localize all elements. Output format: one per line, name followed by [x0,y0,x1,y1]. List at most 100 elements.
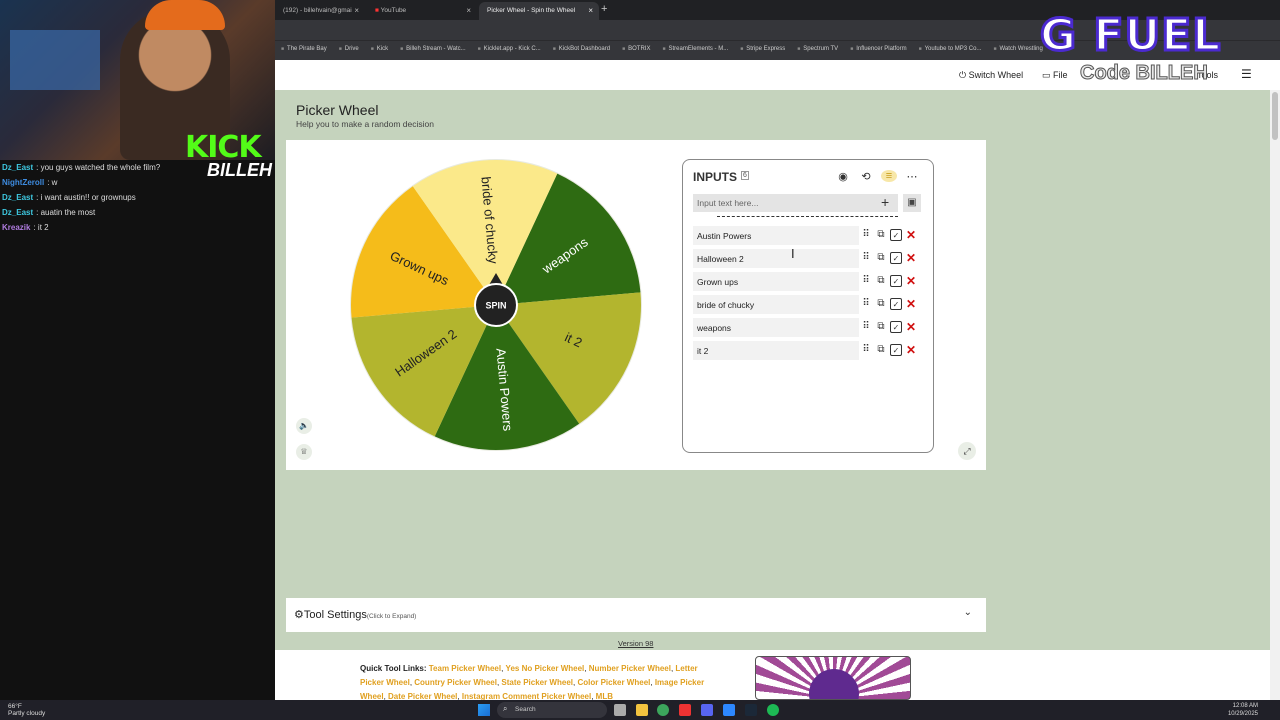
bookmark-item[interactable]: Influencer Platform [850,46,906,52]
file-explorer-icon[interactable] [636,704,648,716]
bookmark-item[interactable]: Kicklet.app - Kick C... [478,46,541,52]
image-upload-icon[interactable]: ▣ [903,194,921,212]
checkbox-icon[interactable]: ✓ [890,252,902,264]
input-text-field[interactable] [693,194,898,212]
chat-username[interactable]: NightZeroll [2,178,44,187]
close-tab-icon[interactable]: × [466,6,471,15]
system-clock[interactable]: 12:08 AM 10/29/2025 [1228,702,1258,718]
tab-picker-wheel[interactable]: Picker Wheel - Spin the Wheel × [479,2,599,20]
delete-icon[interactable]: ✕ [905,252,917,264]
drag-handle-icon[interactable]: ⠿ [860,298,872,310]
entry-label[interactable]: Grown ups [693,272,859,291]
close-tab-icon[interactable]: × [588,6,593,15]
quick-link[interactable]: Country Picker Wheel [414,678,497,687]
windows-start-icon[interactable] [478,704,490,716]
delete-icon[interactable]: ✕ [905,298,917,310]
duplicate-icon[interactable]: ⧉ [875,252,887,264]
new-tab-icon[interactable]: + [601,3,607,15]
chat-username[interactable]: Dz_East [2,193,33,202]
delete-icon[interactable]: ✕ [905,275,917,287]
scrollbar[interactable] [1270,90,1280,700]
sound-icon[interactable]: 🔈 [296,418,312,434]
bookmark-item[interactable]: Kick [371,46,388,52]
list-view-icon[interactable]: ≡ [881,170,897,182]
checkbox-icon[interactable]: ✓ [890,298,902,310]
quick-link[interactable]: Date Picker Wheel [388,692,457,700]
chat-username[interactable]: Kreazik [2,223,30,232]
chat-username[interactable]: Dz_East [2,163,33,172]
close-tab-icon[interactable]: × [354,6,359,15]
delete-icon[interactable]: ✕ [905,344,917,356]
checkbox-icon[interactable]: ✓ [890,229,902,241]
quick-link[interactable]: Team Picker Wheel [429,664,501,673]
spotify-icon[interactable] [767,704,779,716]
quick-link[interactable]: Number Picker Wheel [589,664,671,673]
checkbox-icon[interactable]: ✓ [890,344,902,356]
drag-handle-icon[interactable]: ⠿ [860,275,872,287]
scrollbar-thumb[interactable] [1272,92,1278,140]
taskbar-search[interactable]: Search [497,702,607,718]
steam-icon[interactable] [745,704,757,716]
entry-label[interactable]: Austin Powers [693,226,859,245]
duplicate-icon[interactable]: ⧉ [875,298,887,310]
drag-handle-icon[interactable]: ⠿ [860,321,872,333]
chat-message: Kreazik: it 2 [2,220,202,235]
drag-handle-icon[interactable]: ⠿ [860,252,872,264]
duplicate-icon[interactable]: ⧉ [875,344,887,356]
inputs-title: INPUTS [693,170,738,184]
checkbox-icon[interactable]: ✓ [890,275,902,287]
duplicate-icon[interactable]: ⧉ [875,229,887,241]
quick-link[interactable]: State Picker Wheel [501,678,573,687]
eye-icon[interactable]: ◉ [835,170,851,183]
bookmark-item[interactable]: Stripe Express [740,46,785,52]
bookmark-item[interactable]: StreamElements - M... [662,46,728,52]
weather-widget[interactable]: 66°F Partly cloudy [8,703,45,717]
app-icon-2[interactable] [723,704,735,716]
tool-settings-bar[interactable]: ⚙Tool Settings(Click to Expand) ⌄ [286,598,986,632]
duplicate-icon[interactable]: ⧉ [875,275,887,287]
entry-label[interactable]: it 2 [693,341,859,360]
picker-wheel[interactable]: weaponsit 2Austin PowersHalloween 2Grown… [349,158,643,452]
checkbox-icon[interactable]: ✓ [890,321,902,333]
duplicate-icon[interactable]: ⧉ [875,321,887,333]
drag-handle-icon[interactable]: ⠿ [860,344,872,356]
drag-handle-icon[interactable]: ⠿ [860,229,872,241]
bookmark-item[interactable]: Billeh Stream - Watc... [400,46,466,52]
page-subtitle: Help you to make a random decision [296,119,434,129]
spin-label[interactable]: SPIN [485,300,506,310]
shuffle-icon[interactable]: ⟲ [858,170,874,183]
quick-link[interactable]: MLB [596,692,613,700]
bookmark-item[interactable]: Spectrum TV [797,46,838,52]
entry-label[interactable]: weapons [693,318,859,337]
entry-label[interactable]: Halloween 2 [693,249,859,268]
version-link[interactable]: Version 98 [618,639,653,648]
entry-label[interactable]: bride of chucky [693,295,859,314]
delete-icon[interactable]: ✕ [905,321,917,333]
tab-youtube[interactable]: ■ YouTube × [367,2,477,20]
bookmark-item[interactable]: Drive [339,46,359,52]
bookmark-item[interactable]: KickBot Dashboard [553,46,610,52]
tab-email[interactable]: (192) - billehvain@gmai × [275,2,365,20]
more-options-icon[interactable]: ⋯ [904,170,920,183]
discord-icon[interactable] [701,704,713,716]
trophy-icon[interactable]: ♕ [296,444,312,460]
switch-wheel-button[interactable]: ⏻ Switch Wheel [959,70,1023,81]
ad-banner[interactable] [755,656,911,700]
quick-link[interactable]: Yes No Picker Wheel [506,664,585,673]
gfuel-logo: G FUEL Code BILLEH [1038,9,1270,90]
quick-link[interactable]: Color Picker Wheel [577,678,650,687]
bookmark-item[interactable]: Youtube to MP3 Co... [919,46,982,52]
bookmark-item[interactable]: Watch Wrestling [993,46,1042,52]
bookmark-item[interactable]: BOTRIX [622,46,650,52]
background-monitor [10,30,100,90]
fullscreen-icon[interactable]: ⤢ [958,442,976,460]
chat-username[interactable]: Dz_East [2,208,33,217]
bookmark-item[interactable]: The Pirate Bay [281,46,327,52]
chrome-icon[interactable] [657,704,669,716]
task-view-icon[interactable] [614,704,626,716]
chevron-down-icon[interactable]: ⌄ [964,607,972,618]
delete-icon[interactable]: ✕ [905,229,917,241]
quick-link[interactable]: Instagram Comment Picker Wheel [462,692,591,700]
add-entry-icon[interactable]: + [881,195,889,209]
app-icon[interactable] [679,704,691,716]
